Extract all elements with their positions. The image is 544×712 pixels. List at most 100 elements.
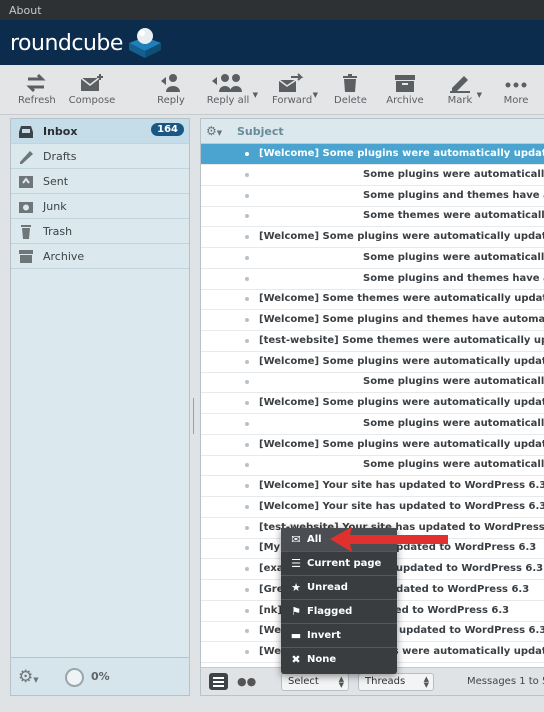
mark-button[interactable]: Mark ▼: [446, 73, 482, 113]
thread-view-icon[interactable]: ●●: [237, 675, 256, 688]
forward-dropdown-icon[interactable]: ▼: [313, 91, 318, 99]
status-dot-icon[interactable]: [245, 235, 249, 239]
forward-button[interactable]: Forward ▼: [272, 73, 318, 113]
select-flagged-option[interactable]: ⚑ Flagged: [281, 600, 397, 624]
status-dot-icon[interactable]: [245, 276, 249, 281]
status-dot-icon[interactable]: [245, 255, 249, 260]
status-dot-icon[interactable]: [245, 525, 249, 530]
star-icon: ★: [291, 581, 301, 594]
status-dot-icon[interactable]: [245, 172, 249, 177]
message-subject: Some plugins were automatically updated: [363, 376, 544, 388]
junk-icon: [19, 202, 33, 213]
message-subject: [Welcome] Some themes were automatically…: [259, 293, 544, 305]
sidebar-footer: ⚙▼ 0%: [11, 657, 189, 695]
select-current-page-option[interactable]: ☰ Current page: [281, 552, 397, 576]
gear-icon[interactable]: ⚙▼: [18, 667, 39, 687]
status-dot-icon[interactable]: [245, 401, 249, 405]
list-view-icon[interactable]: [209, 673, 228, 690]
status-dot-icon[interactable]: [245, 359, 249, 364]
message-row[interactable]: [Welcome] Some plugins were automaticall…: [201, 144, 544, 165]
message-row[interactable]: Some plugins were automatically updated: [201, 248, 544, 269]
message-row[interactable]: [Welcome] Your site has updated to WordP…: [201, 476, 544, 497]
message-row[interactable]: Some themes were automatically updated: [201, 206, 544, 228]
more-button[interactable]: More: [502, 73, 530, 113]
select-invert-option[interactable]: ▬ Invert: [281, 624, 397, 648]
page-icon: ☰: [291, 557, 301, 570]
folder-sidebar: Inbox 164 Drafts Sent Junk Trash Archive…: [10, 118, 190, 696]
message-subject: Some plugins were automatically updated: [363, 168, 544, 180]
mark-dropdown-icon[interactable]: ▼: [477, 91, 482, 99]
quota-text: 0%: [91, 670, 110, 683]
status-dot-icon[interactable]: [245, 193, 249, 198]
status-dot-icon[interactable]: [245, 318, 249, 322]
archive-button[interactable]: Archive: [386, 73, 424, 113]
status-dot-icon[interactable]: [245, 442, 249, 447]
select-unread-option[interactable]: ★ Unread: [281, 576, 397, 600]
message-subject: Some plugins and themes have automatical…: [363, 189, 544, 201]
list-options-gear-icon[interactable]: ⚙▼: [206, 124, 222, 138]
select-none-option[interactable]: ✖ None: [281, 648, 397, 672]
message-row[interactable]: [Welcome] Your site has updated to WordP…: [201, 497, 544, 518]
message-subject: Some plugins were automatically updated: [363, 251, 544, 263]
status-dot-icon[interactable]: [245, 504, 249, 509]
delete-button[interactable]: Delete: [334, 73, 367, 113]
message-row[interactable]: Some plugins were automatically updated: [201, 414, 544, 435]
folder-archive[interactable]: Archive: [11, 244, 189, 269]
message-row[interactable]: [Welcome] Some themes were automatically…: [201, 289, 544, 311]
logo-text: roundcube: [10, 31, 123, 56]
message-row[interactable]: Some plugins and themes have automatical…: [201, 186, 544, 207]
status-dot-icon[interactable]: [245, 463, 249, 468]
reply-all-dropdown-icon[interactable]: ▼: [253, 91, 258, 99]
message-subject: Some plugins were automatically updated: [363, 417, 544, 429]
quota-indicator: [65, 668, 84, 687]
message-subject: [Welcome] Some plugins were automaticall…: [259, 355, 544, 367]
reply-icon: [161, 74, 180, 92]
folder-trash[interactable]: Trash: [11, 219, 189, 244]
about-link[interactable]: About: [9, 4, 42, 17]
select-dropdown[interactable]: Select ▲ ▼: [281, 673, 349, 691]
reply-all-button[interactable]: Reply all ▼: [206, 73, 258, 113]
subject-column-header[interactable]: Subject: [237, 125, 284, 138]
message-row[interactable]: [Welcome] Some plugins were automaticall…: [201, 227, 544, 248]
flag-icon: ⚑: [291, 605, 301, 618]
threads-dropdown[interactable]: Threads ▲ ▼: [358, 673, 434, 691]
status-dot-icon[interactable]: [245, 587, 249, 592]
status-dot-icon[interactable]: [245, 650, 249, 654]
status-dot-icon[interactable]: [245, 546, 249, 551]
message-count: Messages 1 to 50 of 164: [467, 676, 544, 687]
message-row[interactable]: [Welcome] Some plugins and themes have a…: [201, 310, 544, 331]
status-dot-icon[interactable]: [245, 484, 249, 488]
folder-sent[interactable]: Sent: [11, 169, 189, 194]
close-icon: ✖: [291, 653, 301, 666]
message-row[interactable]: [Welcome] Some plugins were automaticall…: [201, 352, 544, 373]
folder-drafts[interactable]: Drafts: [11, 144, 189, 169]
message-subject: [Welcome] Some plugins were automaticall…: [259, 231, 544, 242]
message-row[interactable]: Some plugins were automatically updated: [201, 455, 544, 477]
status-dot-icon[interactable]: [245, 338, 249, 343]
status-dot-icon[interactable]: [245, 421, 249, 426]
status-dot-icon[interactable]: [245, 567, 249, 571]
envelope-icon: ✉: [291, 533, 301, 546]
message-row[interactable]: Some plugins and themes have automatical…: [201, 269, 544, 290]
message-row[interactable]: [test-website] Some themes were automati…: [201, 331, 544, 352]
status-dot-icon[interactable]: [245, 629, 249, 634]
compose-button[interactable]: Compose: [68, 73, 116, 113]
status-dot-icon[interactable]: [245, 380, 249, 385]
message-row[interactable]: Some plugins were automatically updated: [201, 372, 544, 394]
status-dot-icon[interactable]: [245, 214, 249, 219]
message-row[interactable]: [Welcome] Some plugins were automaticall…: [201, 393, 544, 414]
pane-splitter[interactable]: [193, 398, 197, 434]
logo-icon: [129, 28, 161, 58]
archive-icon: [19, 250, 33, 263]
message-row[interactable]: Some plugins were automatically updated: [201, 165, 544, 186]
archive-icon: [395, 75, 415, 92]
reply-button[interactable]: Reply: [156, 73, 186, 113]
status-dot-icon[interactable]: [245, 297, 249, 302]
refresh-button[interactable]: Refresh: [18, 73, 56, 113]
status-dot-icon[interactable]: [245, 608, 249, 613]
message-subject: [Welcome] Some plugins were automaticall…: [259, 148, 544, 159]
message-row[interactable]: [Welcome] Some plugins were automaticall…: [201, 435, 544, 456]
folder-inbox[interactable]: Inbox 164: [11, 119, 189, 144]
folder-junk[interactable]: Junk: [11, 194, 189, 219]
status-dot-icon[interactable]: [245, 152, 249, 156]
